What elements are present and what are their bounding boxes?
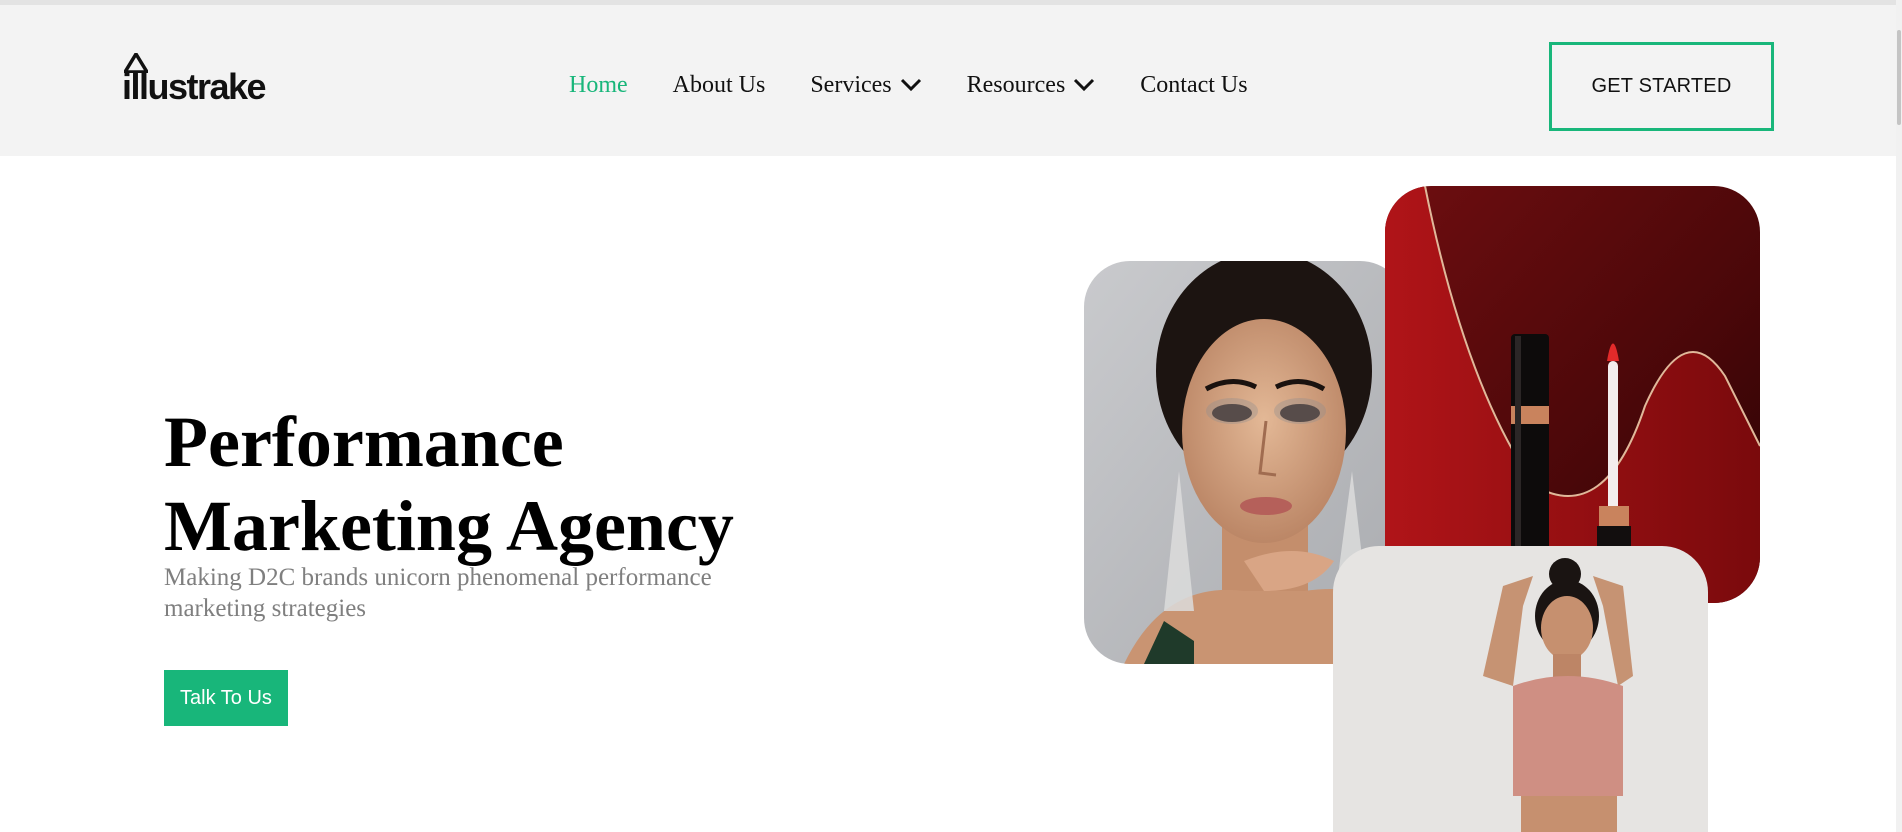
main-nav: Home About Us Services Resources Contact… [569, 67, 1248, 103]
hero-subtitle: Making D2C brands unicorn phenomenal per… [164, 564, 712, 622]
nav-label: About Us [672, 71, 766, 98]
nav-item-contact-us[interactable]: Contact Us [1140, 72, 1247, 99]
brand-logo[interactable]: illustrake [122, 53, 272, 113]
nav-item-about-us[interactable]: About Us [673, 72, 766, 99]
nav-item-home[interactable]: Home [569, 72, 628, 99]
nav-label: Resources [966, 71, 1066, 98]
scrollbar-thumb[interactable] [1897, 30, 1901, 125]
logo-text: illustrake [122, 66, 267, 107]
nav-item-services[interactable]: Services [810, 72, 921, 99]
nav-label: Contact Us [1140, 71, 1248, 98]
talk-to-us-button[interactable]: Talk To Us [164, 670, 288, 726]
chevron-down-icon [900, 78, 921, 92]
hero-title: Performance Marketing Agency [164, 400, 784, 568]
lipstick-product-photo [1385, 186, 1760, 603]
get-started-button[interactable]: GET STARTED [1549, 42, 1774, 131]
model-photo [1333, 546, 1708, 832]
nav-label: Services [810, 71, 892, 98]
hero-title-line1: Performance [164, 402, 564, 482]
nav-label: Home [569, 71, 628, 98]
hero-title-line2: Marketing Agency [164, 486, 734, 566]
site-header: illustrake Home About Us Services Resour… [0, 5, 1896, 156]
nav-item-resources[interactable]: Resources [967, 72, 1096, 99]
chevron-down-icon [1074, 78, 1095, 92]
